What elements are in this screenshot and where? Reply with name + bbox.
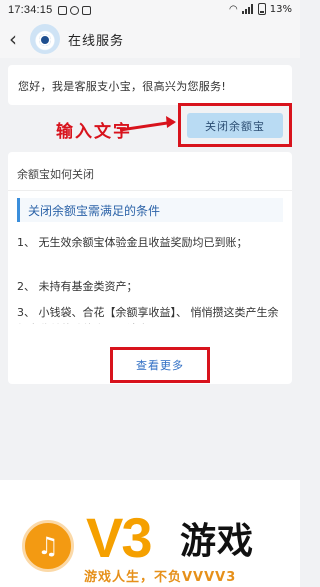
app-notification-icon — [82, 5, 92, 15]
annotation-label: 输入文字 — [56, 122, 132, 142]
wifi-icon: ◠ — [229, 3, 238, 15]
chevron-left-icon[interactable]: ‹ — [0, 20, 26, 58]
card-title: 余额宝如何关闭 — [17, 168, 94, 181]
battery-level: 13% — [269, 3, 292, 15]
arrow-to-input-head — [166, 116, 176, 128]
signal-icon — [241, 4, 254, 14]
bot-message-bubble: 您好，我是客服支小宝，很高兴为您服务! — [8, 65, 292, 105]
section-heading: 关闭余额宝需满足的条件 — [17, 198, 283, 222]
list-item: 1、 无生效余额宝体验金且收益奖励均已到账； — [17, 236, 248, 249]
status-bar: 17:34:15 ◠ 13% — [0, 0, 300, 20]
user-input-highlight: 关闭余额宝 — [178, 103, 292, 147]
status-right: ◠ 13% — [229, 3, 292, 15]
more-link-highlight: 查看更多 — [110, 347, 210, 383]
battery-icon — [257, 3, 266, 15]
user-message-bubble[interactable]: 关闭余额宝 — [187, 113, 283, 138]
watermark-name: 游戏 — [180, 521, 255, 562]
music-note-icon: ♫ — [22, 520, 74, 572]
page-title: 在线服务 — [68, 33, 125, 49]
answer-card: 余额宝如何关闭 关闭余额宝需满足的条件 1、 无生效余额宝体验金且收益奖励均已到… — [8, 152, 292, 384]
list-item: 3、 小钱袋、合花【余额享收益】、 悄悄攒这类产生余额宝收益的功能产品已清空； — [17, 306, 279, 324]
watermark-slogan: 游戏人生，不负VVVV3 — [84, 570, 237, 585]
view-more-link[interactable]: 查看更多 — [113, 350, 207, 380]
chat-header: ‹ 在线服务 — [0, 20, 300, 58]
notification-icons — [58, 5, 92, 15]
list-item: 2、 未持有基金类资产； — [17, 280, 138, 293]
bubble-notification-icon — [70, 5, 80, 15]
divider — [8, 190, 292, 191]
watermark-brand: V3 — [86, 506, 152, 569]
app-notification-icon — [58, 5, 68, 15]
status-time: 17:34:15 — [8, 4, 53, 16]
assistant-avatar — [30, 24, 60, 54]
